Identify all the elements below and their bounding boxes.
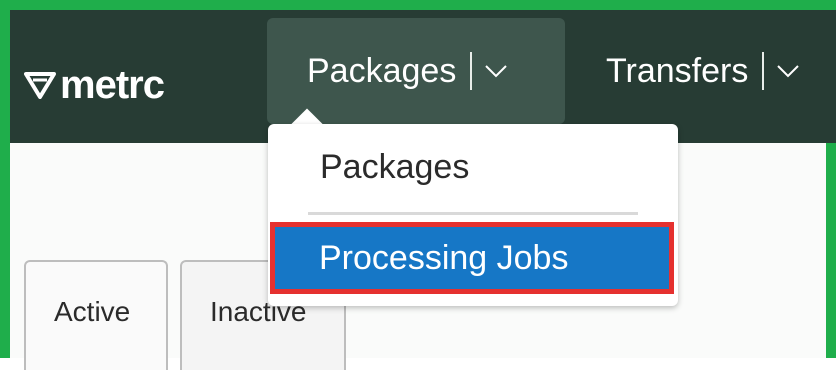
packages-dropdown-menu: Packages Processing Jobs: [268, 124, 678, 306]
metrc-shield-icon: [24, 72, 56, 99]
nav-packages-menu[interactable]: Packages: [267, 18, 565, 124]
tab-active[interactable]: Active: [24, 260, 168, 370]
nav-transfers-label: Transfers: [606, 51, 749, 90]
metrc-logo[interactable]: metrc: [24, 60, 165, 110]
nav-separator: [470, 52, 473, 90]
menu-divider: [308, 212, 638, 215]
chevron-down-icon[interactable]: [776, 64, 800, 78]
chevron-down-icon[interactable]: [484, 64, 508, 78]
nav-separator: [762, 52, 765, 90]
menu-item-packages[interactable]: Packages: [320, 148, 469, 187]
tab-active-label: Active: [54, 296, 131, 327]
nav-packages-label: Packages: [307, 51, 457, 90]
menu-item-processing-jobs[interactable]: Processing Jobs: [270, 222, 674, 294]
logo-text: metrc: [60, 62, 165, 107]
nav-transfers-menu[interactable]: Transfers: [606, 18, 800, 124]
